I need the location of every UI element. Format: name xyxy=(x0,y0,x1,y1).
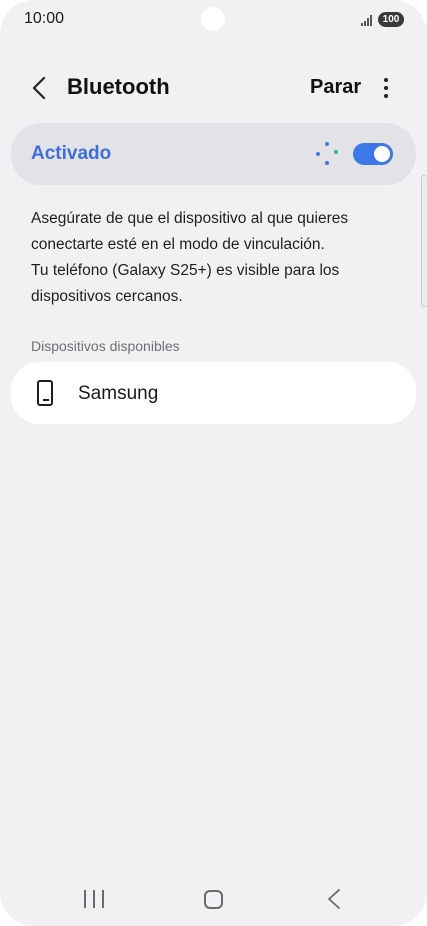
description-line: conectarte esté en el modo de vinculació… xyxy=(31,236,325,253)
toggle-knob xyxy=(374,146,390,162)
more-options-button[interactable] xyxy=(376,74,396,102)
battery-level: 100 xyxy=(382,14,400,25)
description-line: Tu teléfono (Galaxy S25+) es visible par… xyxy=(31,262,340,279)
device-name: Samsung xyxy=(78,383,159,404)
home-icon[interactable] xyxy=(204,890,223,909)
page-title: Bluetooth xyxy=(67,74,170,99)
description-line: dispositivos cercanos. xyxy=(31,288,183,305)
more-options-icon xyxy=(384,78,388,82)
bluetooth-toggle-card[interactable]: Activado xyxy=(11,123,416,185)
recent-apps-icon[interactable] xyxy=(84,890,104,908)
back-button[interactable] xyxy=(26,74,52,102)
bluetooth-status-label: Activado xyxy=(31,143,112,164)
camera-cutout xyxy=(201,7,225,31)
phone-screen: 10:00 100 Bluetooth Parar Activado Asegú… xyxy=(0,0,427,926)
battery-icon: 100 xyxy=(378,12,404,27)
back-arrow-icon xyxy=(32,76,46,100)
back-icon[interactable] xyxy=(324,888,344,910)
phone-icon xyxy=(37,380,53,406)
scroll-indicator[interactable] xyxy=(421,175,427,307)
available-devices-header: Dispositivos disponibles xyxy=(31,338,180,354)
device-item-samsung[interactable]: Samsung xyxy=(11,362,416,424)
stop-button[interactable]: Parar xyxy=(310,76,361,99)
bluetooth-toggle-switch[interactable] xyxy=(353,143,393,165)
status-time: 10:00 xyxy=(24,10,65,27)
signal-icon xyxy=(361,14,372,26)
scanning-spinner-icon xyxy=(316,142,338,165)
description-line: Asegúrate de que el dispositivo al que q… xyxy=(31,210,349,227)
visibility-description: Asegúrate de que el dispositivo al que q… xyxy=(31,206,391,310)
